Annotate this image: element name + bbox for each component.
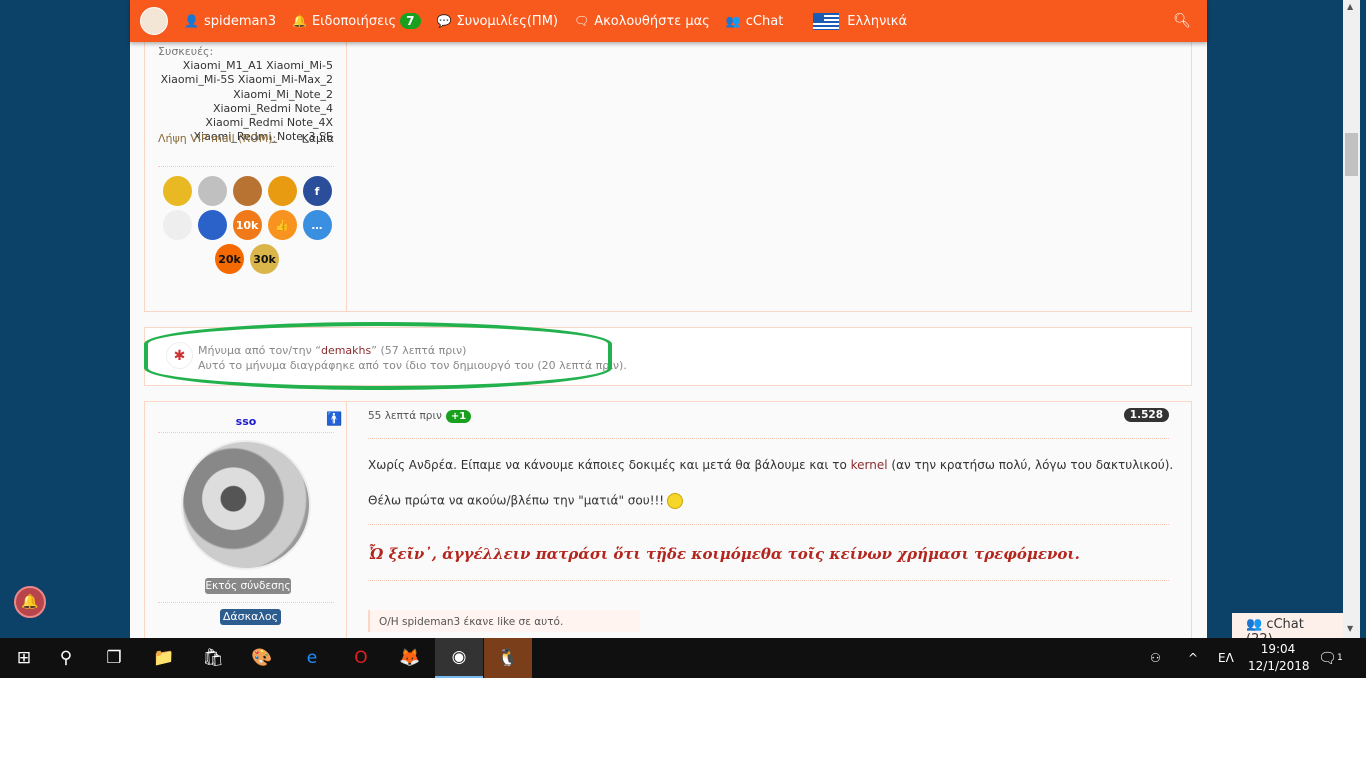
nav-follow[interactable]: 🗨 Ακολουθήστε μας (574, 14, 710, 29)
facebook-award-icon[interactable]: f (302, 176, 332, 206)
vip-value: Καμία (301, 132, 334, 145)
post-user-sidebar: sso 🚹 Εκτός σύνδεσης Δάσκαλος (145, 402, 347, 638)
comment-icon: 🗨 (574, 14, 590, 28)
nav-language[interactable]: Ελληνικά (813, 12, 907, 30)
nav-user[interactable]: 👤 spideman3 (184, 14, 276, 29)
site-logo[interactable] (140, 7, 168, 35)
notification-bell-button[interactable]: 🔔 (14, 586, 46, 618)
kernel-link[interactable]: kernel (851, 458, 888, 472)
input-language[interactable]: ΕΛ (1218, 638, 1234, 678)
nav-chat[interactable]: 👥 cChat (726, 14, 783, 29)
bell-icon: 🔔 (21, 594, 39, 610)
smiley-icon (667, 493, 684, 509)
chrome-icon[interactable]: ◉ (435, 638, 483, 678)
post: sso 🚹 Εκτός σύνδεσης Δάσκαλος 55 λεπτά π… (144, 401, 1192, 638)
file-explorer-icon[interactable]: 📁 (140, 638, 188, 678)
vertical-scrollbar[interactable]: ▲ ▼ (1343, 0, 1360, 638)
post-previous: Συσκευές: Xiaomi_M1_A1 Xiaomi_Mi-5 Xiaom… (144, 0, 1192, 312)
qq-icon[interactable]: 🐧 (484, 638, 532, 678)
mi-bunny-icon[interactable] (162, 210, 192, 240)
signature: Ὦ ξεῖν᾽, ἀγγέλλειν πατράσι ὅτι τῇδε κοιμ… (368, 545, 1080, 563)
scrollbar-thumb[interactable] (1345, 133, 1358, 176)
10k-award-icon[interactable]: 10k (232, 210, 262, 240)
rank-badge: Δάσκαλος (220, 609, 281, 625)
browser-viewport: Συσκευές: Xiaomi_M1_A1 Xiaomi_Mi-5 Xiaom… (0, 0, 1366, 638)
windows-taskbar: ⊞ ⚲ ❐ 📁 🛍 🎨 e O 🦊 ◉ 🐧 ⚇ ^ ΕΛ 19:04 12/1/2… (0, 638, 1366, 678)
search-icon[interactable]: 🔍︎ (1173, 13, 1191, 29)
opera-icon[interactable]: O (337, 638, 385, 678)
top-navbar: 👤 spideman3 🔔 Ειδοποιήσεις 7 💬 Συνομιλίες(ΠΜ… (130, 0, 1207, 42)
action-center-icon[interactable]: 🗨 1 (1318, 638, 1343, 678)
users-icon: 👥 (1246, 617, 1267, 632)
silver-medal-icon[interactable] (197, 176, 227, 206)
vip-mail-row: Καμία Λήψη VIP mail (ROM): (158, 132, 334, 146)
status-badge: Εκτός σύνδεσης (205, 578, 291, 594)
thumbs-up-award-icon[interactable]: 👍 (267, 210, 297, 240)
comments-icon: 💬 (436, 14, 452, 28)
post-number-badge[interactable]: 1.528 (1123, 408, 1169, 422)
start-button[interactable]: ⊞ (0, 638, 48, 678)
gold-medal-icon[interactable] (162, 176, 192, 206)
user-icon: 👤 (184, 14, 199, 28)
nav-notifications[interactable]: 🔔 Ειδοποιήσεις 7 (292, 13, 421, 29)
nav-messages[interactable]: 💬 Συνομιλίες(ΠΜ) (437, 14, 558, 29)
phone-award-icon[interactable] (267, 176, 297, 206)
reputation-badge[interactable]: +1 (445, 410, 472, 423)
users-icon: 👥 (725, 14, 741, 28)
highlight-annotation-oval (144, 322, 612, 390)
post-time: 55 λεπτά πριν +1 (368, 410, 472, 423)
username-link[interactable]: sso (145, 415, 347, 428)
notification-count-badge: 7 (400, 13, 421, 29)
task-view-icon[interactable]: ❐ (90, 638, 138, 678)
post-user-sidebar: Συσκευές: Xiaomi_M1_A1 Xiaomi_Mi-5 Xiaom… (145, 0, 347, 311)
likes-summary: Ο/Η spideman3 έκανε like σε αυτό. (368, 610, 640, 632)
search-icon[interactable]: ⚲ (42, 638, 90, 678)
greek-flag-icon (813, 12, 840, 30)
chevron-up-icon[interactable]: ^ (1188, 638, 1198, 678)
greek-flag-award-icon[interactable] (197, 210, 227, 240)
cchat-button[interactable]: 👥 cChat (22) (1232, 613, 1343, 638)
vip-label: Λήψη VIP mail (ROM): (158, 132, 277, 145)
bell-icon: 🔔 (291, 14, 307, 28)
firefox-icon[interactable]: 🦊 (386, 638, 434, 678)
clock[interactable]: 19:04 12/1/2018 (1248, 641, 1310, 675)
bronze-medal-icon[interactable] (232, 176, 262, 206)
male-user-icon: 🚹 (326, 412, 343, 427)
store-icon[interactable]: 🛍 (189, 638, 237, 678)
chat-award-icon[interactable]: … (302, 210, 332, 240)
people-icon[interactable]: ⚇ (1150, 638, 1161, 678)
edge-icon[interactable]: e (288, 638, 336, 678)
avatar[interactable] (181, 440, 311, 570)
devices-label: Συσκευές: (158, 45, 214, 58)
post-paragraph: Θέλω πρώτα να ακούω/βλέπω την "ματιά" σο… (368, 493, 684, 509)
medals-grid: f 10k 👍… 20k 30k (161, 176, 333, 274)
20k-award-icon[interactable]: 20k (215, 244, 244, 274)
30k-award-icon[interactable]: 30k (250, 244, 279, 274)
paint-icon[interactable]: 🎨 (238, 638, 286, 678)
post-paragraph: Χωρίς Ανδρέα. Είπαμε να κάνουμε κάποιες … (368, 458, 1174, 472)
